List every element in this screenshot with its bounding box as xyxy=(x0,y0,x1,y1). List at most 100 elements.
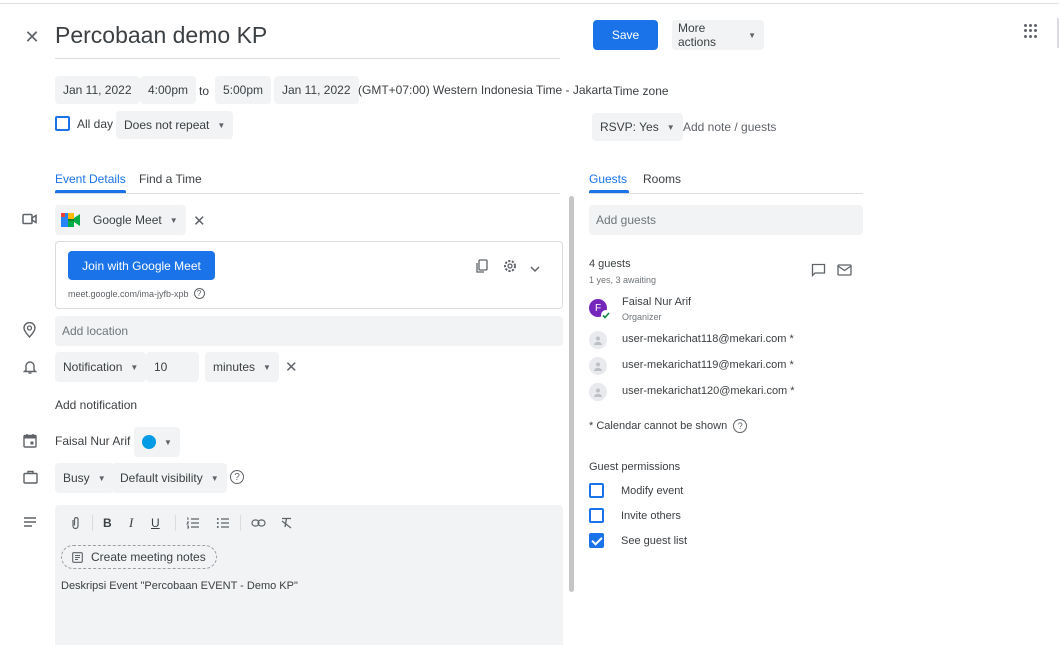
settings-gear-icon[interactable] xyxy=(503,259,517,276)
permission-label: Modify event xyxy=(621,484,684,497)
bulleted-list-icon[interactable] xyxy=(216,517,230,529)
end-time: 5:00pm xyxy=(223,83,264,97)
guest-role: Organizer xyxy=(622,312,662,322)
italic-icon[interactable]: I xyxy=(129,515,143,531)
toolbar-divider xyxy=(92,515,93,531)
notification-amount: 10 xyxy=(154,360,168,374)
chevron-down-icon[interactable] xyxy=(530,262,540,276)
more-actions-button[interactable]: More actions ▼ xyxy=(672,20,764,50)
add-notification-button[interactable]: Add notification xyxy=(55,398,137,412)
chevron-down-icon: ▼ xyxy=(97,473,106,483)
start-date: Jan 11, 2022 xyxy=(63,83,132,97)
visibility-dropdown[interactable]: Default visibility ▼ xyxy=(112,463,227,493)
rsvp-dropdown[interactable]: RSVP: Yes ▼ xyxy=(592,113,683,141)
more-actions-label: More actions xyxy=(678,21,717,49)
scrollbar-thumb[interactable] xyxy=(569,196,574,592)
join-meet-label: Join with Google Meet xyxy=(82,258,201,273)
start-time-chip[interactable]: 4:00pm xyxy=(140,76,197,104)
event-title[interactable]: Percobaan demo KP xyxy=(55,22,267,48)
notification-unit: minutes xyxy=(213,360,256,374)
tab-guests[interactable]: Guests xyxy=(589,172,627,186)
notification-amount-input[interactable]: 10 xyxy=(146,352,199,382)
timezone-button[interactable]: Time zone xyxy=(613,84,669,98)
calendar-owner: Faisal Nur Arif xyxy=(55,434,131,448)
tab-find-a-time[interactable]: Find a Time xyxy=(139,172,202,186)
end-date-chip[interactable]: Jan 11, 2022 xyxy=(274,76,359,104)
permission-modify-event[interactable]: Modify event xyxy=(589,483,683,498)
help-icon[interactable]: ? xyxy=(733,419,748,433)
chevron-down-icon: ▼ xyxy=(217,120,226,130)
copy-icon[interactable] xyxy=(475,259,489,276)
description-icon xyxy=(23,516,37,530)
apps-grid-icon[interactable] xyxy=(1024,24,1038,38)
all-day-toggle[interactable]: All day xyxy=(55,116,113,131)
timezone-value[interactable]: (GMT+07:00) Western Indonesia Time - Jak… xyxy=(358,83,612,97)
description-text[interactable]: Deskripsi Event "Percobaan EVENT - Demo … xyxy=(61,580,298,592)
attachment-icon[interactable] xyxy=(68,516,82,530)
tab-rooms[interactable]: Rooms xyxy=(643,172,681,186)
guest-name[interactable]: user-mekarichat120@mekari.com * xyxy=(622,385,795,397)
chevron-down-icon: ▼ xyxy=(130,362,139,372)
permission-label: See guest list xyxy=(621,534,688,547)
email-icon[interactable] xyxy=(837,264,852,279)
guest-count: 4 guests xyxy=(589,258,631,270)
permission-label: Invite others xyxy=(621,509,681,522)
calendar-note-row: * Calendar cannot be shown ? xyxy=(589,419,748,433)
save-button[interactable]: Save xyxy=(593,20,658,50)
start-date-chip[interactable]: Jan 11, 2022 xyxy=(55,76,140,104)
location-input[interactable]: Add location xyxy=(55,316,563,346)
guest-name[interactable]: user-mekarichat118@mekari.com * xyxy=(622,333,794,345)
numbered-list-icon[interactable] xyxy=(186,517,200,529)
conference-dropdown[interactable]: Google Meet ▼ xyxy=(55,205,186,235)
to-label: to xyxy=(199,84,210,98)
notification-unit-dropdown[interactable]: minutes ▼ xyxy=(205,352,279,382)
close-icon[interactable]: ✕ xyxy=(22,27,42,47)
bold-icon[interactable]: B xyxy=(103,516,117,530)
checkbox[interactable] xyxy=(589,483,604,498)
help-icon[interactable]: ? xyxy=(230,470,244,484)
tab-event-details[interactable]: Event Details xyxy=(55,172,126,186)
chevron-down-icon: ▼ xyxy=(164,437,172,447)
clear-formatting-icon[interactable] xyxy=(280,517,293,529)
busy-dropdown[interactable]: Busy ▼ xyxy=(55,463,114,493)
calendar-icon xyxy=(23,433,37,451)
repeat-dropdown[interactable]: Does not repeat ▼ xyxy=(116,111,234,139)
all-day-checkbox[interactable] xyxy=(55,116,70,131)
link-icon[interactable] xyxy=(251,519,266,527)
title-field[interactable]: Percobaan demo KP xyxy=(55,22,560,59)
notification-type-dropdown[interactable]: Notification ▼ xyxy=(55,352,147,382)
avatar xyxy=(589,357,607,375)
checkbox[interactable] xyxy=(589,533,604,548)
permission-invite-others[interactable]: Invite others xyxy=(589,508,681,523)
calendar-color-dropdown[interactable]: ▼ xyxy=(134,427,180,457)
location-placeholder: Add location xyxy=(62,324,129,338)
add-note-button[interactable]: Add note / guests xyxy=(683,120,776,134)
briefcase-icon xyxy=(23,470,38,487)
chevron-down-icon: ▼ xyxy=(210,473,219,483)
join-meet-button[interactable]: Join with Google Meet xyxy=(68,251,215,280)
video-icon xyxy=(22,212,38,229)
add-guests-input[interactable]: Add guests xyxy=(589,205,863,235)
location-pin-icon xyxy=(23,321,36,341)
checkbox[interactable] xyxy=(589,508,604,523)
meet-link-row: meet.google.com/ima-jyfb-xpb ? xyxy=(68,288,205,299)
meet-link[interactable]: meet.google.com/ima-jyfb-xpb xyxy=(68,289,189,299)
toolbar-divider xyxy=(175,515,176,531)
guest-name[interactable]: user-mekarichat119@mekari.com * xyxy=(622,359,794,371)
create-meeting-notes-button[interactable]: Create meeting notes xyxy=(61,545,217,569)
chevron-down-icon: ▼ xyxy=(263,362,271,372)
guest-name[interactable]: Faisal Nur Arif xyxy=(622,296,691,308)
permission-see-guest-list[interactable]: See guest list xyxy=(589,533,687,548)
help-icon[interactable]: ? xyxy=(193,288,205,299)
remove-notification-icon[interactable]: ✕ xyxy=(285,358,298,376)
underline-icon[interactable]: U xyxy=(151,516,165,530)
google-meet-icon xyxy=(61,212,81,228)
chevron-down-icon: ▼ xyxy=(666,122,675,132)
notes-icon xyxy=(72,551,83,563)
remove-conference-icon[interactable]: ✕ xyxy=(193,212,206,230)
right-tabs-divider xyxy=(589,193,863,194)
chevron-down-icon: ▼ xyxy=(169,215,178,225)
end-time-chip[interactable]: 5:00pm xyxy=(215,76,272,104)
conference-provider: Google Meet xyxy=(93,213,162,227)
message-icon[interactable] xyxy=(811,263,826,280)
